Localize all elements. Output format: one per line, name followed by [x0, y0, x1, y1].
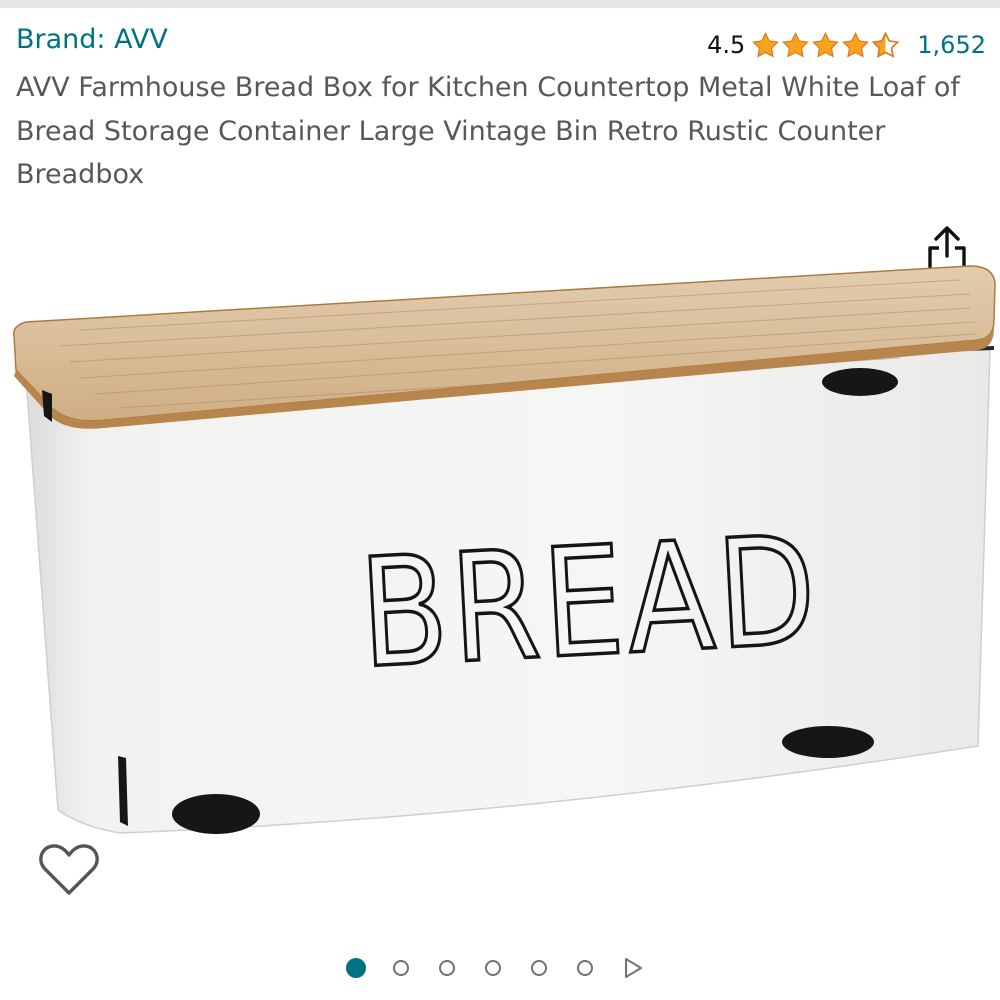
carousel-dot[interactable]	[531, 960, 547, 976]
carousel-dot[interactable]	[393, 960, 409, 976]
star-full-icon	[752, 31, 780, 57]
rating-summary[interactable]: 4.5 1,652	[707, 28, 986, 62]
star-full-icon	[782, 31, 810, 57]
star-full-icon	[842, 31, 870, 57]
carousel-dot-active[interactable]	[346, 958, 366, 978]
rating-value: 4.5	[707, 31, 746, 59]
star-half-icon	[871, 31, 900, 58]
carousel-dot[interactable]	[485, 960, 501, 976]
star-rating	[751, 31, 901, 60]
brand-link[interactable]: Brand: AVV	[16, 24, 168, 55]
box-label-text: BREAD	[356, 503, 823, 701]
ratings-count-link[interactable]: 1,652	[917, 31, 986, 59]
carousel-dot[interactable]	[577, 960, 593, 976]
play-video-icon[interactable]	[623, 957, 643, 979]
image-carousel-indicator	[346, 956, 643, 980]
heart-outline-icon[interactable]	[38, 842, 100, 898]
star-full-icon	[812, 31, 840, 57]
top-edge	[0, 0, 1000, 8]
product-title: AVV Farmhouse Bread Box for Kitchen Coun…	[16, 72, 960, 190]
product-image[interactable]: BREAD	[0, 258, 1000, 858]
carousel-dot[interactable]	[439, 960, 455, 976]
